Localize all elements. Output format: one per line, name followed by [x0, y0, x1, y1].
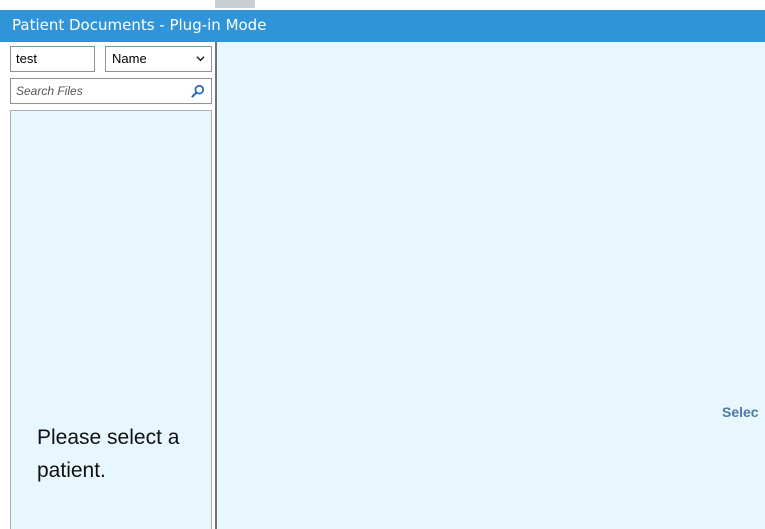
- sort-dropdown[interactable]: Name: [105, 46, 212, 72]
- window-title: Patient Documents - Plug-in Mode: [0, 10, 765, 42]
- sidebar: test Name Please select a patient.: [0, 42, 217, 529]
- search-files-box[interactable]: [10, 78, 212, 104]
- chevron-down-icon: [196, 56, 205, 62]
- sort-dropdown-value: Name: [112, 51, 147, 66]
- viewer-empty-message: Selec: [722, 404, 759, 420]
- patient-list-empty-message: Please select a patient.: [37, 426, 180, 482]
- patient-filter-input[interactable]: test: [10, 46, 95, 72]
- background-window-fragment: [215, 0, 255, 8]
- search-icon[interactable]: [191, 84, 205, 98]
- document-viewer-panel: Selec: [217, 42, 765, 529]
- search-files-input[interactable]: [11, 79, 181, 103]
- patient-list[interactable]: Please select a patient.: [10, 110, 212, 529]
- background-window-strip: [0, 0, 765, 10]
